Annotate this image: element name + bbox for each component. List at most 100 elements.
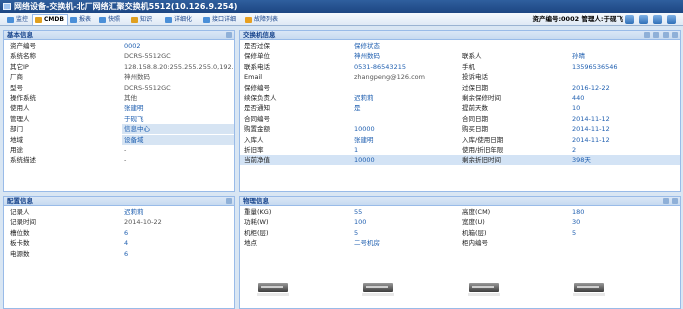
field-value: 6 <box>124 228 129 237</box>
field-label: 资产编号 <box>10 42 36 50</box>
tab-1[interactable]: CMDB <box>32 14 68 25</box>
config-info-row: 记录人 迟莉莉 <box>4 207 234 217</box>
field-label: 槽位数 <box>10 228 30 237</box>
device-front-image[interactable] <box>257 278 289 300</box>
config-info-title: 配置信息 <box>7 197 33 205</box>
field-label: 地点 <box>244 239 257 248</box>
field-label: Email <box>244 73 263 82</box>
field-label: 板卡数 <box>10 239 30 248</box>
physical-info-row: 重量(KG) 55 高度(CM) 180 <box>240 207 680 217</box>
settings-icon[interactable] <box>653 32 660 38</box>
field-label: 记录人 <box>10 208 30 216</box>
collapse-icon[interactable] <box>672 198 678 204</box>
field-label: 操作系统 <box>10 94 36 102</box>
switch-info-row: 购置金额 10000 购买日期 2014-11-12 <box>240 124 680 134</box>
field-label <box>462 41 570 51</box>
switch-info-row: 是否过保 保修状态 <box>240 41 680 51</box>
switch-info-row: 保修编号 过保日期 2016-12-22 <box>240 83 680 93</box>
print-icon[interactable] <box>653 15 662 24</box>
tab-label: 报表 <box>79 16 92 23</box>
switch-info-row: 合同编号 合同日期 2014-11-12 <box>240 114 680 124</box>
field-value: 6 <box>124 249 129 258</box>
tab-4[interactable]: 知识 <box>128 14 156 25</box>
physical-info-title: 物理信息 <box>243 197 269 205</box>
field-label: 电源数 <box>10 249 30 258</box>
field-value[interactable]: 孙晴 <box>572 51 678 61</box>
field-value: 180 <box>572 208 585 216</box>
tab-6[interactable]: 接口详细 <box>200 14 240 25</box>
field-value: 10 <box>572 104 581 113</box>
tab-icon <box>99 17 106 23</box>
field-value <box>572 41 678 51</box>
field-value[interactable]: 张建明 <box>354 135 460 145</box>
switch-info-row: 联系电话 0531-86543215 手机 13596536546 <box>240 62 680 72</box>
field-value: 是 <box>354 104 361 113</box>
field-value[interactable]: 于砚飞 <box>122 114 234 124</box>
tab-7[interactable]: 故障列表 <box>242 14 282 25</box>
field-value[interactable]: 保修状态 <box>354 41 460 51</box>
tab-3[interactable]: 快照 <box>96 14 124 25</box>
tab-5[interactable]: 详细化 <box>162 14 196 25</box>
field-label: 功耗(W) <box>244 218 269 227</box>
export-icon[interactable] <box>667 15 676 24</box>
field-value <box>354 83 460 93</box>
tab-label: 详细化 <box>174 16 193 23</box>
field-label: 购买日期 <box>462 125 488 134</box>
basic-info-row: 使用人 张建明 <box>4 103 234 113</box>
basic-info-row: 用途 - <box>4 145 234 155</box>
device-top-image[interactable] <box>468 278 500 300</box>
close-icon[interactable] <box>672 32 678 38</box>
field-label: 使用/折旧年限 <box>462 146 504 154</box>
physical-info-header: 物理信息 <box>240 197 680 206</box>
field-label: 保修编号 <box>244 83 270 92</box>
field-value: 13596536546 <box>572 62 618 71</box>
field-value: 5 <box>354 228 359 237</box>
edit-icon[interactable] <box>662 198 669 204</box>
basic-info-row: 操作系统 其他 <box>4 93 234 103</box>
field-value[interactable]: 张建明 <box>122 103 234 113</box>
field-value: DCRS-5512GC <box>124 52 171 61</box>
field-label: 系统描述 <box>10 156 36 165</box>
home-icon[interactable] <box>639 15 648 24</box>
field-value[interactable]: 神州数码 <box>354 51 460 61</box>
refresh-icon[interactable] <box>625 15 634 24</box>
field-value: 5 <box>572 228 577 237</box>
toolbar-tools <box>625 15 679 24</box>
switch-info-row: 是否通知 是 提前天数 10 <box>240 103 680 113</box>
switch-info-row: 当前净值 10000 剩余折旧时间 398天 <box>240 155 680 166</box>
tab-0[interactable]: 监控 <box>4 14 32 25</box>
field-label: 当前净值 <box>244 156 270 165</box>
field-label: 地域 <box>10 135 23 144</box>
field-label: 过保日期 <box>462 83 488 92</box>
field-label: 合同编号 <box>244 114 270 123</box>
field-value: 2 <box>572 146 577 154</box>
tab-label: 快照 <box>108 16 121 23</box>
tab-label: 监控 <box>16 16 29 23</box>
field-value[interactable]: 迟莉莉 <box>122 207 232 217</box>
collapse-icon[interactable] <box>662 32 669 38</box>
field-value[interactable]: 0002 <box>122 41 234 51</box>
collapse-icon[interactable] <box>226 32 232 38</box>
field-label: 是否过保 <box>244 42 270 50</box>
tab-icon <box>203 17 210 23</box>
collapse-icon[interactable] <box>226 198 232 204</box>
device-rear-image[interactable] <box>573 278 605 300</box>
field-value: 2014-11-12 <box>572 135 610 144</box>
tab-label: 故障列表 <box>254 16 279 23</box>
field-value: 100 <box>354 218 367 227</box>
basic-info-row: 其它IP 128.158.8.20:255.255.255.0,192.168.2… <box>4 62 234 72</box>
field-value: 4 <box>124 239 129 248</box>
field-value: 2016-12-22 <box>572 83 610 92</box>
switch-info-row: 折旧率 1 使用/折旧年限 2 <box>240 145 680 155</box>
field-value[interactable]: 迟莉莉 <box>354 93 460 103</box>
config-info-panel: 配置信息 记录人 迟莉莉 记录时间 2014-10-22 槽位数 6 板卡数 4 电源数 6 <box>3 196 235 309</box>
field-label: 柜内编号 <box>462 239 488 248</box>
tab-label: 知识 <box>140 16 153 23</box>
window-title: 网络设备-交换机-北厂网络汇聚交换机5512(10.126.9.254) <box>14 2 238 11</box>
switch-info-title: 交换机信息 <box>243 31 276 39</box>
edit-icon[interactable] <box>644 32 651 38</box>
device-side-image[interactable] <box>362 278 394 300</box>
tab-2[interactable]: 报表 <box>67 14 95 25</box>
tab-icon <box>35 17 42 23</box>
basic-info-header: 基本信息 <box>4 31 234 40</box>
